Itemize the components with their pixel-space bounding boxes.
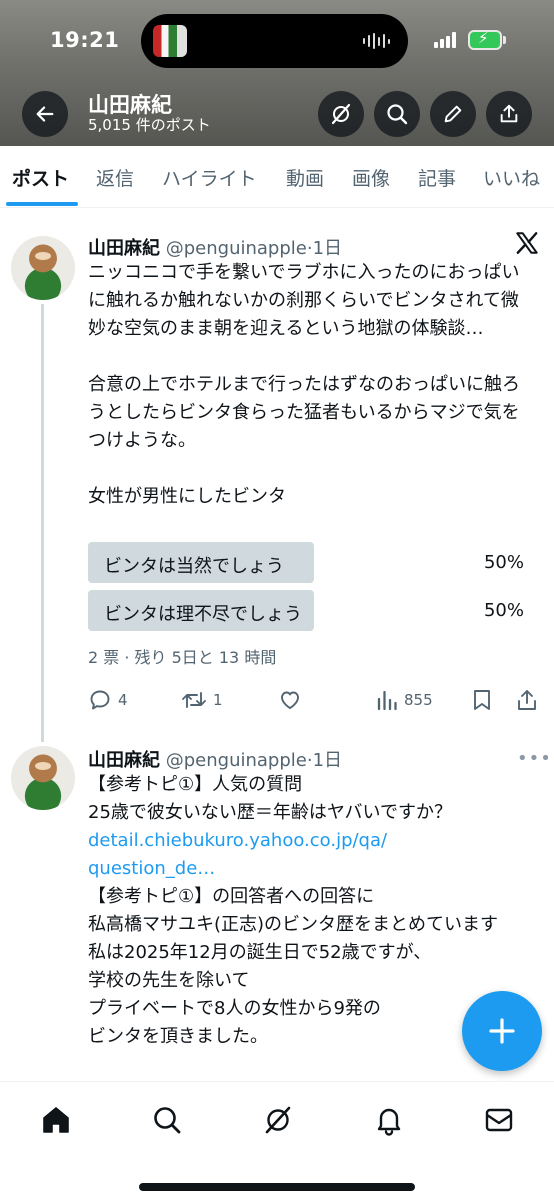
tweet-paragraph: 私は2025年12月の誕生日で52歳ですが、 — [88, 942, 432, 963]
bookmark-button[interactable] — [471, 688, 493, 712]
post-count: 5,015 件のポスト — [88, 116, 211, 134]
tweet-author-line: 山田麻紀 @penguinapple·1日 — [88, 234, 342, 260]
cellular-signal-icon — [434, 32, 456, 48]
poll-option-label: ビンタは当然でしょう — [104, 556, 284, 577]
tab-replies[interactable]: 返信 — [96, 164, 134, 191]
tab-highlights[interactable]: ハイライト — [162, 164, 257, 191]
tab-likes[interactable]: いいね — [483, 164, 540, 191]
share-icon — [500, 104, 518, 123]
reply-icon — [90, 690, 110, 710]
tab-posts[interactable]: ポスト — [12, 164, 69, 191]
tweet-time[interactable]: 1日 — [313, 750, 342, 771]
author-name[interactable]: 山田麻紀 — [88, 750, 160, 771]
views-chart-icon — [377, 690, 397, 711]
active-tab-indicator — [6, 202, 78, 206]
now-playing-artwork — [153, 25, 187, 57]
tweet-author-line: 山田麻紀 @penguinapple·1日 — [88, 746, 342, 772]
more-options-icon[interactable]: ••• — [517, 748, 552, 769]
heart-icon — [281, 691, 299, 709]
poll-option-percent: 50% — [483, 552, 524, 573]
tweet-paragraph: 【参考トピ①】人気の質問 — [88, 774, 303, 795]
poll-option-label: ビンタは理不尽でしょう — [104, 604, 302, 625]
nav-messages[interactable] — [483, 1104, 515, 1136]
avatar[interactable] — [11, 746, 75, 810]
thread-connector — [41, 304, 44, 742]
tweet-paragraph: 私高橋マサユキ(正志)のビンタ歴をまとめています — [88, 914, 499, 935]
compose-button[interactable] — [462, 991, 542, 1071]
tweet-link[interactable]: question_de… — [88, 855, 534, 883]
grok-icon — [331, 103, 351, 125]
notifications-icon — [377, 1108, 401, 1136]
views-button[interactable]: 855 — [376, 688, 433, 712]
audio-wave-icon — [363, 33, 390, 49]
poll-option-percent: 50% — [483, 600, 524, 621]
reply-count: 4 — [118, 691, 128, 709]
view-count: 855 — [404, 691, 433, 709]
tweet-paragraph: 学校の先生を除いて — [88, 970, 250, 991]
messages-icon — [485, 1108, 513, 1132]
tweet-body: ニッコニコで手を繋いでラブホに入ったのにおっぱいに触れるか触れないかの刹那くらい… — [88, 259, 534, 511]
profile-tabs: ポスト 返信 ハイライト 動画 画像 記事 いいね — [0, 146, 554, 208]
search-icon — [154, 1107, 181, 1134]
author-name[interactable]: 山田麻紀 — [88, 238, 160, 259]
tweet-paragraph: ニッコニコで手を繋いでラブホに入ったのにおっぱいに触れるか触れないかの刹那くらい… — [88, 262, 520, 339]
tweet-paragraph: 女性が男性にしたビンタ — [88, 486, 286, 507]
battery-charging-icon: ⚡ — [468, 29, 502, 50]
tweet-time[interactable]: 1日 — [313, 238, 342, 259]
search-icon — [387, 104, 408, 125]
tweet-paragraph — [88, 455, 534, 483]
profile-header: 19:21 ⚡ 山田麻紀 5,015 件のポスト — [0, 0, 554, 146]
reply-button[interactable]: 4 — [88, 688, 128, 712]
tweet-paragraph: 25歳で彼女いない歴＝年齢はヤバいですか？ — [88, 802, 453, 823]
edit-icon — [444, 105, 462, 123]
nav-grok[interactable] — [262, 1104, 294, 1136]
tweet-paragraph — [88, 343, 534, 371]
dynamic-island — [141, 14, 408, 68]
tab-images[interactable]: 画像 — [352, 164, 390, 191]
back-button[interactable] — [22, 91, 68, 137]
tweet-paragraph: 【参考トピ①】の回答者への回答に — [88, 886, 375, 907]
repost-button[interactable]: 1 — [181, 688, 223, 712]
edit-button[interactable] — [430, 91, 476, 137]
search-button[interactable] — [374, 91, 420, 137]
author-handle[interactable]: @penguinapple — [166, 750, 307, 771]
repost-icon — [182, 692, 206, 708]
home-indicator — [139, 1183, 415, 1191]
home-icon — [43, 1107, 69, 1133]
tweet-paragraph: 合意の上でホテルまで行ったはずなのおっぱいに触ろうとしたらビンタ食らった猛者もい… — [88, 374, 520, 451]
share-button[interactable] — [486, 91, 532, 137]
back-arrow-icon — [36, 106, 54, 122]
nav-notifications[interactable] — [373, 1104, 405, 1136]
grok-button[interactable] — [318, 91, 364, 137]
poll-meta: 2 票 · 残り 5日と 13 時間 — [88, 648, 277, 667]
share-icon — [518, 690, 536, 710]
share-tweet-button[interactable] — [516, 688, 538, 712]
nav-home[interactable] — [40, 1104, 72, 1136]
nav-search[interactable] — [151, 1104, 183, 1136]
like-button[interactable] — [278, 688, 308, 712]
plus-icon — [489, 1018, 515, 1044]
grok-icon — [265, 1106, 291, 1134]
bookmark-icon — [474, 690, 490, 710]
tweet-actions: 4 1 855 — [0, 688, 554, 718]
avatar[interactable] — [11, 236, 75, 300]
tweet-link[interactable]: detail.chiebukuro.yahoo.co.jp/qa/ — [88, 827, 534, 855]
tab-videos[interactable]: 動画 — [286, 164, 324, 191]
tab-articles[interactable]: 記事 — [418, 164, 456, 191]
author-handle[interactable]: @penguinapple — [166, 238, 307, 259]
repost-count: 1 — [213, 691, 223, 709]
status-time: 19:21 — [50, 28, 120, 52]
battery-nub — [503, 36, 506, 44]
x-logo-icon — [516, 232, 538, 254]
